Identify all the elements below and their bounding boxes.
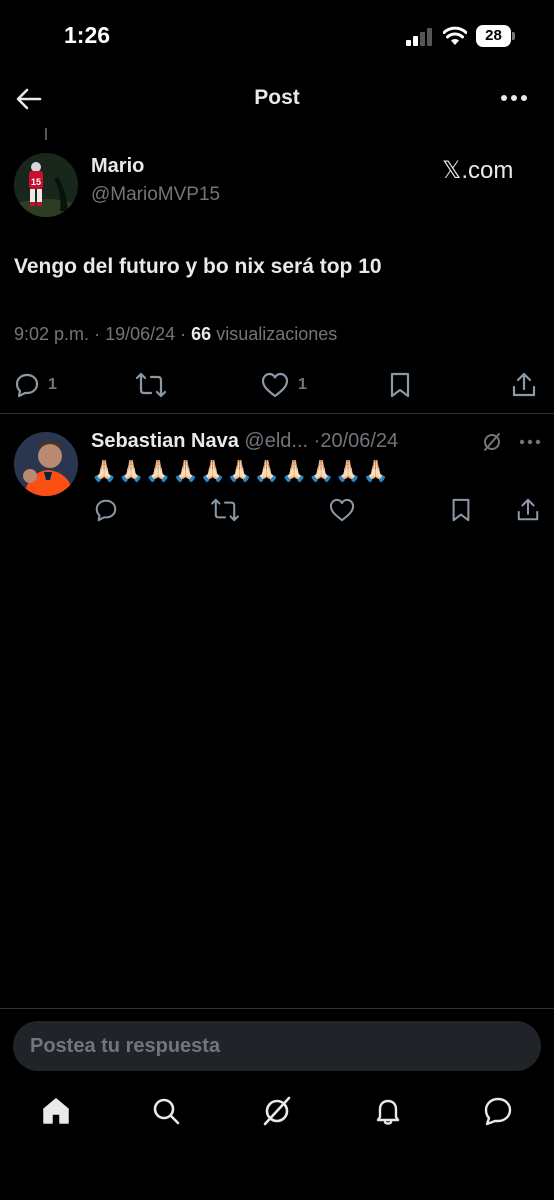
tab-notifications[interactable] <box>372 1095 404 1127</box>
like-button[interactable]: 1 <box>260 366 307 404</box>
status-time: 1:26 <box>64 22 111 48</box>
bottom-tab-bar <box>0 1095 554 1139</box>
status-bar: 1:26 28 <box>0 0 554 72</box>
home-icon <box>43 1098 69 1124</box>
reply-composer-input[interactable] <box>13 1021 541 1071</box>
reply-bookmark-button[interactable] <box>449 498 473 522</box>
share-icon <box>512 372 536 397</box>
avatar-image: 15 <box>14 153 78 217</box>
tab-messages[interactable] <box>482 1095 514 1127</box>
post-date: 19/06/24 <box>105 324 176 344</box>
grok-icon <box>263 1096 291 1126</box>
reply-repost-button[interactable] <box>211 498 239 522</box>
reply-date: 20/06/24 <box>320 430 399 452</box>
bookmark-icon <box>390 372 410 398</box>
divider <box>0 1008 554 1009</box>
reply-actions <box>0 498 554 526</box>
heart-icon <box>329 498 355 522</box>
thread-line <box>45 128 47 140</box>
reply-ellipsis-icon[interactable] <box>519 432 541 452</box>
views-count: 66 <box>191 324 212 344</box>
messages-icon <box>484 1097 512 1126</box>
reply-count: 1 <box>48 376 57 393</box>
post-text: Vengo del futuro y bo nix será top 10 <box>14 255 382 278</box>
notifications-icon <box>376 1099 400 1125</box>
reply-header: Sebastian Nava @eld... ·20/06/24 <box>91 430 398 453</box>
post-meta: 9:02 p.m. · 19/06/24 · 66 visualizacione… <box>14 324 337 345</box>
views-label[interactable]: visualizaciones <box>216 324 337 344</box>
reply-icon <box>95 499 117 522</box>
signal-icon <box>406 28 432 46</box>
reply-button[interactable]: 1 <box>14 366 57 404</box>
bookmark-icon <box>452 498 470 522</box>
reply-text: 🙏🏻🙏🏻🙏🏻🙏🏻🙏🏻🙏🏻🙏🏻🙏🏻🙏🏻🙏🏻🙏🏻 <box>91 460 390 483</box>
author-name[interactable]: Mario <box>91 155 144 178</box>
top-bar: Post <box>0 74 554 122</box>
reply-share-button[interactable] <box>516 498 540 522</box>
reply-like-button[interactable] <box>329 498 355 522</box>
reply-reply-button[interactable] <box>94 498 118 522</box>
post-actions: 1 1 <box>0 366 554 404</box>
reply-avatar[interactable] <box>14 432 78 496</box>
page-title: Post <box>254 86 300 109</box>
reply-icon <box>15 373 39 398</box>
avatar-image <box>14 432 78 496</box>
svg-text:15: 15 <box>31 177 41 187</box>
repost-icon <box>211 498 239 522</box>
search-icon <box>153 1098 180 1125</box>
wifi-icon <box>443 26 467 45</box>
author-handle[interactable]: @MarioMVP15 <box>91 184 220 206</box>
tab-search[interactable] <box>150 1095 182 1127</box>
ellipsis-icon[interactable] <box>498 84 530 112</box>
repost-icon <box>136 372 166 398</box>
bookmark-button[interactable] <box>387 366 413 404</box>
avatar[interactable]: 15 <box>14 153 78 217</box>
battery-icon: 28 <box>476 25 516 47</box>
reply-author-handle[interactable]: @eld... <box>244 430 308 452</box>
tab-home[interactable] <box>40 1095 72 1127</box>
post-time: 9:02 p.m. <box>14 324 90 344</box>
share-icon <box>517 498 539 521</box>
meta-separator: · <box>180 324 192 344</box>
battery-level: 28 <box>485 27 502 44</box>
like-count: 1 <box>298 376 307 393</box>
share-button[interactable] <box>511 366 537 404</box>
heart-icon <box>261 372 289 398</box>
source-label: 𝕏.com <box>442 157 514 184</box>
repost-button[interactable] <box>136 366 166 404</box>
grok-icon[interactable] <box>482 432 502 452</box>
tab-grok[interactable] <box>261 1095 293 1127</box>
divider <box>0 413 554 414</box>
meta-separator: · <box>94 324 106 344</box>
reply-author-name[interactable]: Sebastian Nava <box>91 430 239 452</box>
